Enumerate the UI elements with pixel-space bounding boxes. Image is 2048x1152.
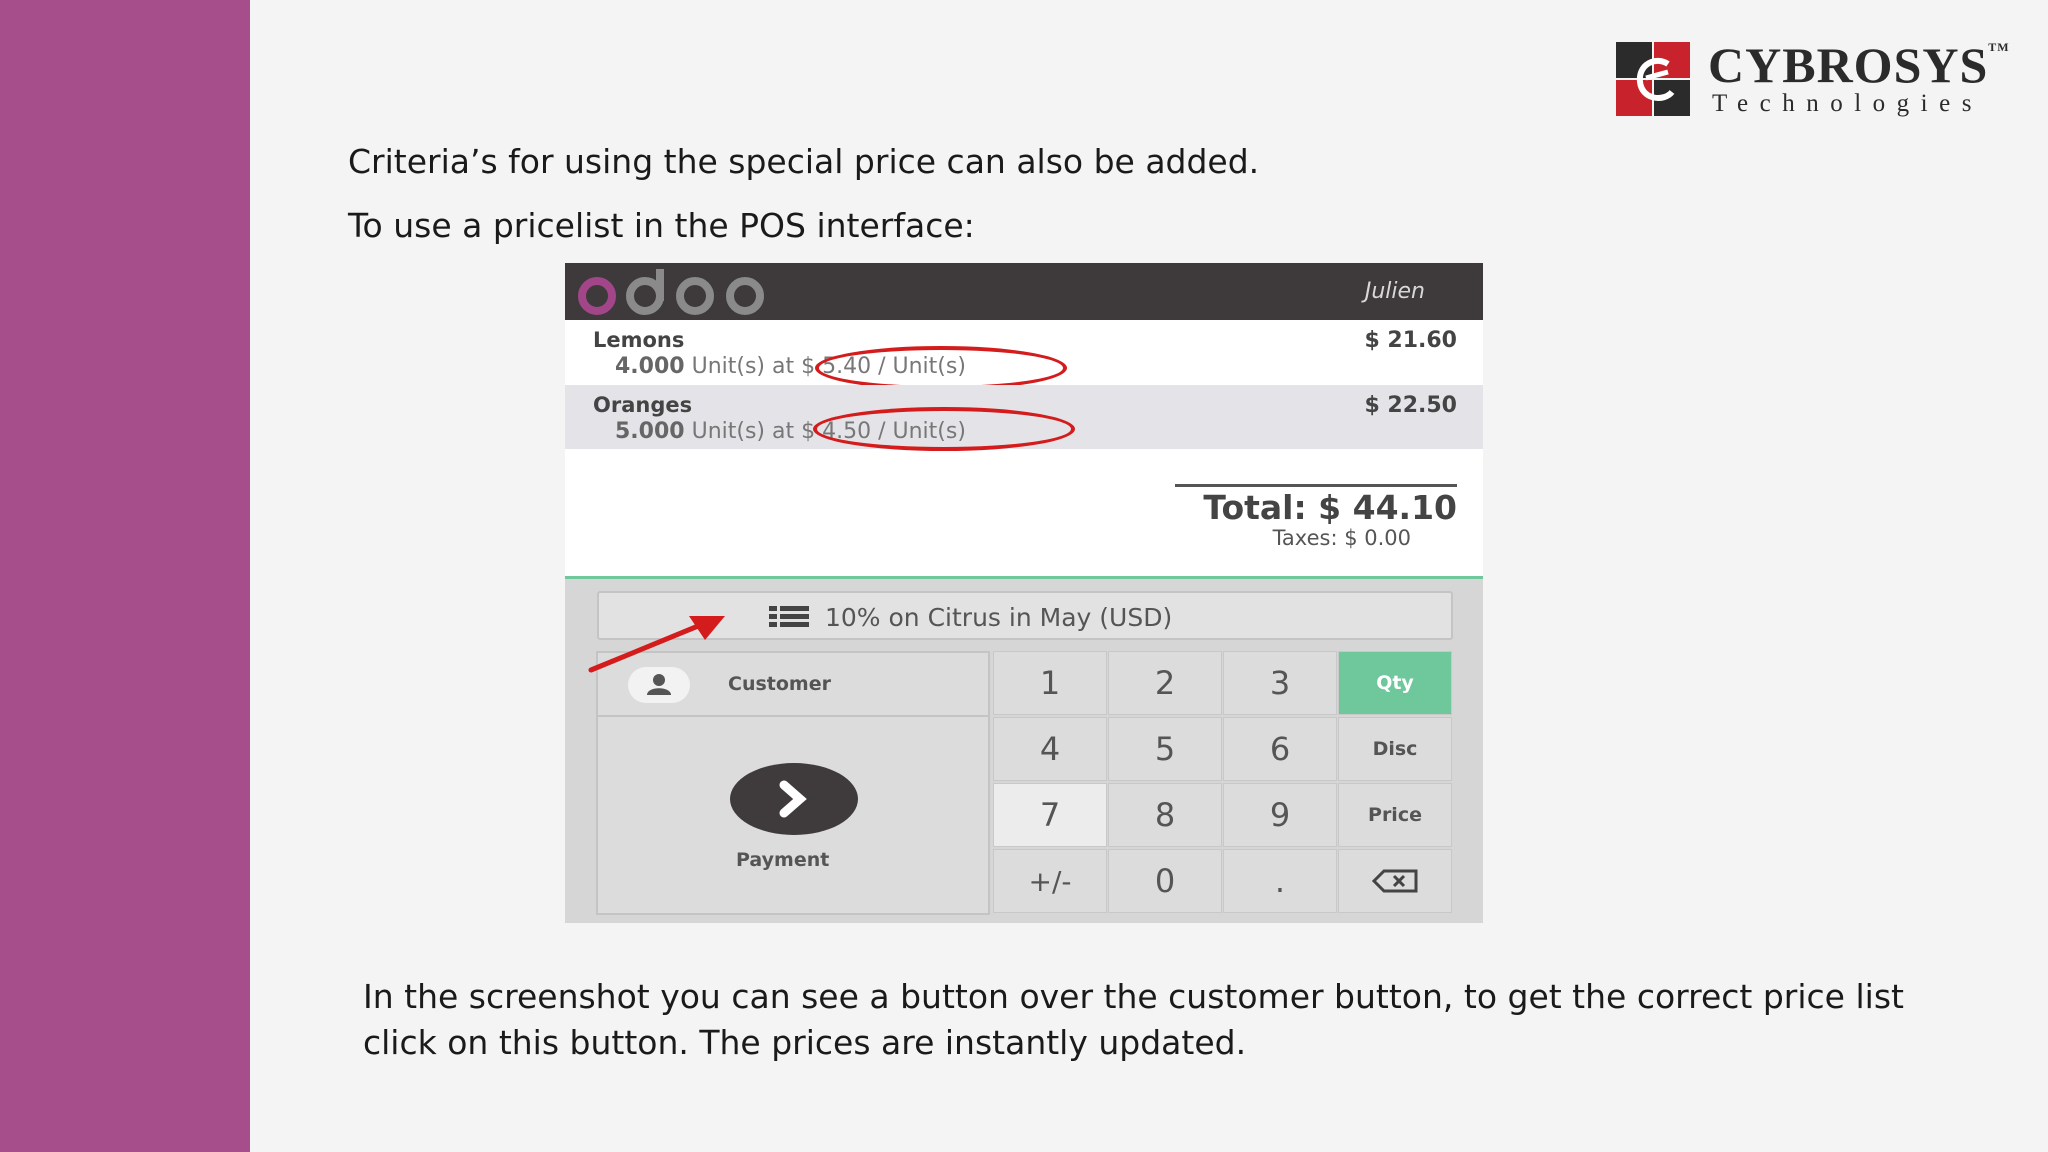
customer-label: Customer	[728, 673, 831, 695]
annotation-arrow-icon	[588, 616, 725, 673]
orderline-oranges[interactable]: Oranges $ 22.50 5.000 Unit(s) at $ 4.50 …	[565, 385, 1483, 451]
line-price: $ 21.60	[1364, 328, 1457, 353]
odoo-logo-icon	[578, 269, 764, 315]
key-8[interactable]: 8	[1108, 783, 1222, 847]
key-1[interactable]: 1	[993, 651, 1107, 715]
key-6[interactable]: 6	[1223, 717, 1337, 781]
key-plus-minus[interactable]: +/-	[993, 849, 1107, 913]
payment-button[interactable]	[730, 763, 858, 835]
brand-name: CYBROSYS	[1708, 37, 1989, 93]
pricelist-label: 10% on Citrus in May (USD)	[825, 603, 1173, 632]
highlight-ring	[815, 346, 1067, 390]
description-text: In the screenshot you can see a button o…	[363, 977, 1904, 1062]
key-backspace[interactable]	[1338, 849, 1452, 913]
slide-sidebar	[0, 0, 250, 1152]
key-price[interactable]: Price	[1338, 783, 1452, 847]
action-pad: Customer Payment	[596, 651, 990, 915]
order-total: Total: $ 44.10	[1203, 488, 1457, 527]
key-3[interactable]: 3	[1223, 651, 1337, 715]
payment-label: Payment	[736, 849, 830, 871]
product-name: Oranges	[593, 393, 693, 417]
pos-screenshot: Julien Lemons $ 21.60 4.000 Unit(s) at $…	[565, 263, 1483, 923]
key-4[interactable]: 4	[993, 717, 1107, 781]
chevron-right-icon	[779, 780, 807, 818]
total-divider	[1175, 484, 1457, 487]
product-name: Lemons	[593, 328, 685, 352]
key-disc[interactable]: Disc	[1338, 717, 1452, 781]
criteria-text: Criteria’s for using the special price c…	[348, 142, 1260, 181]
numpad: 1 2 3 Qty 4 5 6 Disc 7 8 9 Price +/- 0 .	[993, 651, 1453, 915]
green-divider	[565, 576, 1483, 579]
key-dot[interactable]: .	[1223, 849, 1337, 913]
key-qty[interactable]: Qty	[1338, 651, 1452, 715]
highlight-ring	[813, 407, 1075, 451]
list-icon	[769, 606, 809, 627]
backspace-icon	[1372, 869, 1418, 893]
order-lines: Lemons $ 21.60 4.000 Unit(s) at $ 5.40 /…	[565, 320, 1483, 578]
key-5[interactable]: 5	[1108, 717, 1222, 781]
key-0[interactable]: 0	[1108, 849, 1222, 913]
line-price: $ 22.50	[1364, 393, 1457, 418]
pos-username[interactable]: Julien	[1365, 279, 1425, 304]
orderline-lemons[interactable]: Lemons $ 21.60 4.000 Unit(s) at $ 5.40 /…	[565, 320, 1483, 390]
pos-header: Julien	[565, 263, 1483, 320]
pricelist-intro-text: To use a pricelist in the POS interface:	[348, 206, 975, 245]
cybrosys-logo-icon	[1616, 42, 1690, 116]
trademark: TM	[1988, 40, 2010, 54]
order-taxes: Taxes: $ 0.00	[1272, 526, 1411, 550]
cybrosys-logo: CYBROSYSTM Technologies	[1616, 36, 2016, 122]
key-9[interactable]: 9	[1223, 783, 1337, 847]
key-7[interactable]: 7	[993, 783, 1107, 847]
key-2[interactable]: 2	[1108, 651, 1222, 715]
brand-tagline: Technologies	[1712, 90, 1983, 117]
